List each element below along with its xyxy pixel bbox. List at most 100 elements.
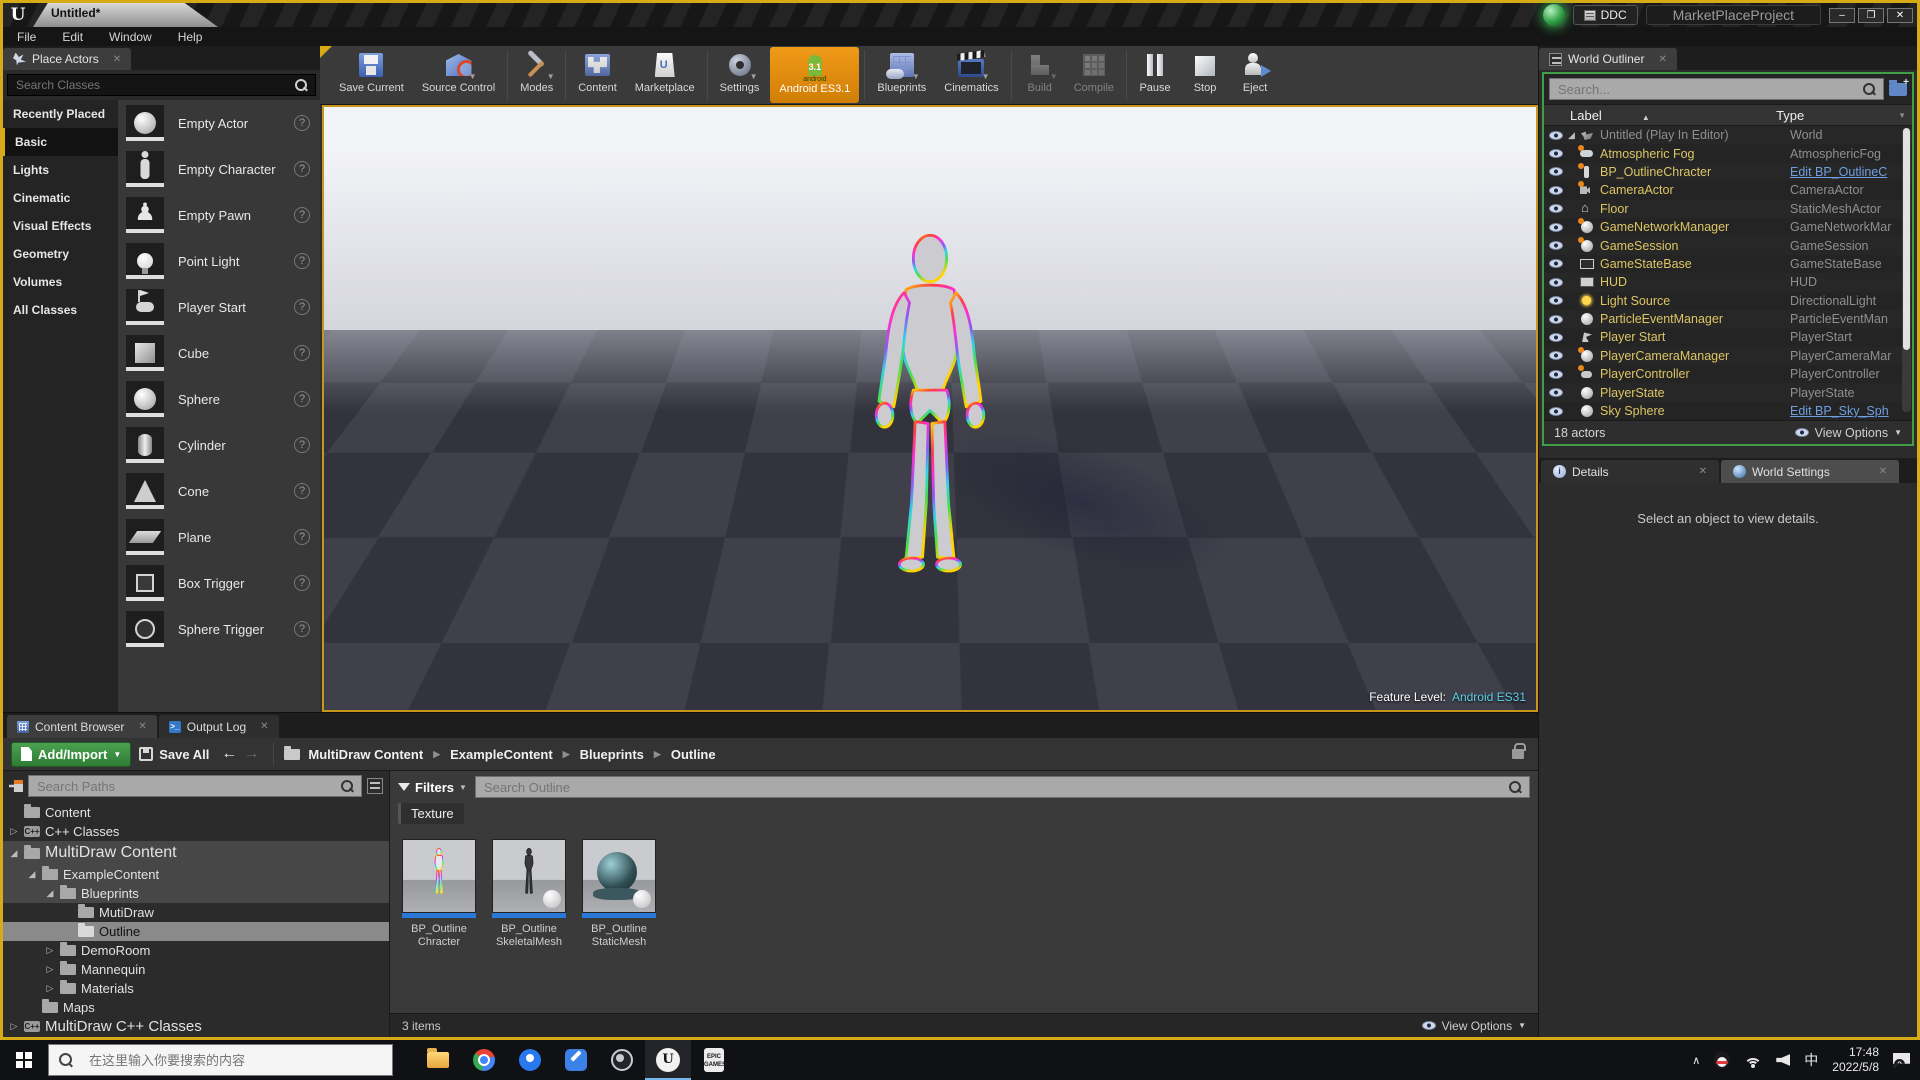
tab-place-actors[interactable]: Place Actors ✕ bbox=[3, 48, 131, 70]
modes-button[interactable]: ▼Modes bbox=[511, 46, 562, 104]
tray-expand-chevron[interactable]: ∧ bbox=[1692, 1054, 1700, 1067]
level-viewport[interactable]: Feature Level:Android ES31 bbox=[322, 105, 1538, 712]
source-control-button[interactable]: ▼Source Control bbox=[413, 46, 504, 104]
close-icon[interactable]: ✕ bbox=[138, 721, 146, 732]
outliner-row-atmospheric-fog[interactable]: Atmospheric FogAtmosphericFog bbox=[1544, 144, 1912, 162]
new-folder-icon[interactable] bbox=[1889, 83, 1907, 96]
visibility-eye-icon[interactable] bbox=[1549, 351, 1563, 360]
category-lights[interactable]: Lights bbox=[3, 156, 118, 184]
asset-bp-outline-chracter[interactable]: BP_OutlineChracter bbox=[400, 839, 478, 949]
help-icon[interactable]: ? bbox=[294, 391, 310, 407]
help-icon[interactable]: ? bbox=[294, 115, 310, 131]
category-geometry[interactable]: Geometry bbox=[3, 240, 118, 268]
cinematics-button[interactable]: ▼Cinematics bbox=[935, 46, 1007, 104]
tree-examplecontent[interactable]: ◢ExampleContent bbox=[3, 865, 389, 884]
menu-window[interactable]: Window bbox=[109, 30, 152, 44]
search-paths-input[interactable] bbox=[29, 779, 341, 794]
search-classes-input[interactable] bbox=[8, 78, 295, 92]
eject-button[interactable]: Eject bbox=[1230, 46, 1280, 104]
category-all-classes[interactable]: All Classes bbox=[3, 296, 118, 324]
close-icon[interactable]: ✕ bbox=[1879, 466, 1887, 477]
settings-button[interactable]: ▼Settings bbox=[711, 46, 769, 104]
outliner-row-particleeventmanager[interactable]: ParticleEventManagerParticleEventMan bbox=[1544, 310, 1912, 328]
breadcrumb-blueprints[interactable]: Blueprints bbox=[580, 747, 644, 762]
restore-button[interactable]: ❐ bbox=[1858, 8, 1884, 23]
outliner-row-light-source[interactable]: Light SourceDirectionalLight bbox=[1544, 292, 1912, 310]
visibility-eye-icon[interactable] bbox=[1549, 131, 1563, 140]
tab-output-log[interactable]: >_ Output Log ✕ bbox=[159, 715, 279, 738]
visibility-eye-icon[interactable] bbox=[1549, 149, 1563, 158]
menu-help[interactable]: Help bbox=[178, 30, 203, 44]
notification-center-icon[interactable]: 2 bbox=[1893, 1053, 1910, 1068]
taskbar-chrome[interactable] bbox=[461, 1040, 507, 1080]
tree-multidraw-content[interactable]: ◢MultiDraw Content bbox=[3, 841, 389, 865]
visibility-eye-icon[interactable] bbox=[1549, 167, 1563, 176]
category-volumes[interactable]: Volumes bbox=[3, 268, 118, 296]
actor-player-start[interactable]: Player Start? bbox=[118, 284, 320, 330]
breadcrumb-outline[interactable]: Outline bbox=[671, 747, 716, 762]
tab-world-settings[interactable]: World Settings ✕ bbox=[1721, 460, 1899, 483]
help-icon[interactable]: ? bbox=[294, 483, 310, 499]
help-icon[interactable]: ? bbox=[294, 299, 310, 315]
visibility-eye-icon[interactable] bbox=[1549, 407, 1563, 416]
actor-sphere-trigger[interactable]: Sphere Trigger? bbox=[118, 606, 320, 652]
tab-details[interactable]: i Details ✕ bbox=[1541, 460, 1719, 483]
expander-icon[interactable]: ◢ bbox=[1568, 130, 1580, 141]
outliner-search-input[interactable] bbox=[1550, 82, 1863, 97]
menu-edit[interactable]: Edit bbox=[62, 30, 83, 44]
outliner-row-playercontroller[interactable]: PlayerControllerPlayerController bbox=[1544, 365, 1912, 383]
visibility-eye-icon[interactable] bbox=[1549, 204, 1563, 213]
volume-icon[interactable] bbox=[1776, 1054, 1790, 1066]
visibility-eye-icon[interactable] bbox=[1549, 333, 1563, 342]
actor-box-trigger[interactable]: Box Trigger? bbox=[118, 560, 320, 606]
close-icon[interactable]: ✕ bbox=[113, 54, 121, 65]
tab-world-outliner[interactable]: World Outliner ✕ bbox=[1539, 48, 1677, 70]
actor-empty-character[interactable]: Empty Character? bbox=[118, 146, 320, 192]
column-options-icon[interactable]: ▼ bbox=[1898, 111, 1906, 120]
column-type[interactable]: Type bbox=[1776, 108, 1898, 123]
close-icon[interactable]: ✕ bbox=[1658, 54, 1666, 65]
visibility-eye-icon[interactable] bbox=[1549, 259, 1563, 268]
tab-content-browser[interactable]: Content Browser ✕ bbox=[7, 715, 157, 738]
column-label[interactable]: Label▲ bbox=[1544, 108, 1776, 123]
save-all-button[interactable]: Save All bbox=[139, 747, 209, 762]
view-options-button[interactable]: View Options ▼ bbox=[1795, 426, 1902, 440]
visibility-eye-icon[interactable] bbox=[1549, 296, 1563, 305]
help-icon[interactable]: ? bbox=[294, 621, 310, 637]
sources-toggle-icon[interactable] bbox=[9, 780, 23, 792]
content-button[interactable]: Content bbox=[569, 46, 626, 104]
asset-bp-outline-skeletalmesh[interactable]: BP_OutlineSkeletalMesh bbox=[490, 839, 568, 949]
outliner-row-playerstate[interactable]: PlayerStatePlayerState bbox=[1544, 383, 1912, 401]
view-options-button[interactable]: View Options ▼ bbox=[1422, 1019, 1526, 1033]
search-assets-input[interactable] bbox=[476, 780, 1509, 795]
category-visual-effects[interactable]: Visual Effects bbox=[3, 212, 118, 240]
outliner-row-playercameramanager[interactable]: PlayerCameraManagerPlayerCameraMar bbox=[1544, 347, 1912, 365]
android-preview-button[interactable]: 3.1androidAndroid ES3.1 bbox=[770, 47, 859, 103]
visibility-eye-icon[interactable] bbox=[1549, 223, 1563, 232]
edit-blueprint-link[interactable]: Edit BP_OutlineC bbox=[1790, 165, 1912, 179]
close-icon[interactable]: ✕ bbox=[1699, 466, 1707, 477]
menu-file[interactable]: File bbox=[17, 30, 36, 44]
outliner-row-player-start[interactable]: Player StartPlayerStart bbox=[1544, 328, 1912, 346]
actor-cone[interactable]: Cone? bbox=[118, 468, 320, 514]
outliner-row-floor[interactable]: FloorStaticMeshActor bbox=[1544, 200, 1912, 218]
help-icon[interactable]: ? bbox=[294, 345, 310, 361]
actor-plane[interactable]: Plane? bbox=[118, 514, 320, 560]
taskbar-file-explorer[interactable] bbox=[415, 1040, 461, 1080]
close-button[interactable]: ✕ bbox=[1887, 8, 1913, 23]
marketplace-button[interactable]: Marketplace bbox=[626, 46, 704, 104]
wifi-icon[interactable] bbox=[1744, 1053, 1762, 1067]
stop-button[interactable]: Stop bbox=[1180, 46, 1230, 104]
actor-cylinder[interactable]: Cylinder? bbox=[118, 422, 320, 468]
outliner-row-gamestatebase[interactable]: GameStateBaseGameStateBase bbox=[1544, 255, 1912, 273]
actor-empty-actor[interactable]: Empty Actor? bbox=[118, 100, 320, 146]
outliner-scrollbar[interactable] bbox=[1902, 128, 1911, 412]
outliner-row-gamenetworkmanager[interactable]: GameNetworkManagerGameNetworkMar bbox=[1544, 218, 1912, 236]
outliner-row-sky-sphere[interactable]: Sky SphereEdit BP_Sky_Sph bbox=[1544, 402, 1912, 420]
asset-bp-outline-staticmesh[interactable]: BP_OutlineStaticMesh bbox=[580, 839, 658, 949]
level-title-tab[interactable]: Untitled* bbox=[33, 3, 218, 27]
help-icon[interactable]: ? bbox=[294, 437, 310, 453]
outliner-row-bp-outlinechracter[interactable]: BP_OutlineChracterEdit BP_OutlineC bbox=[1544, 163, 1912, 181]
outliner-row-hud[interactable]: HUDHUD bbox=[1544, 273, 1912, 291]
start-button[interactable] bbox=[0, 1040, 48, 1080]
